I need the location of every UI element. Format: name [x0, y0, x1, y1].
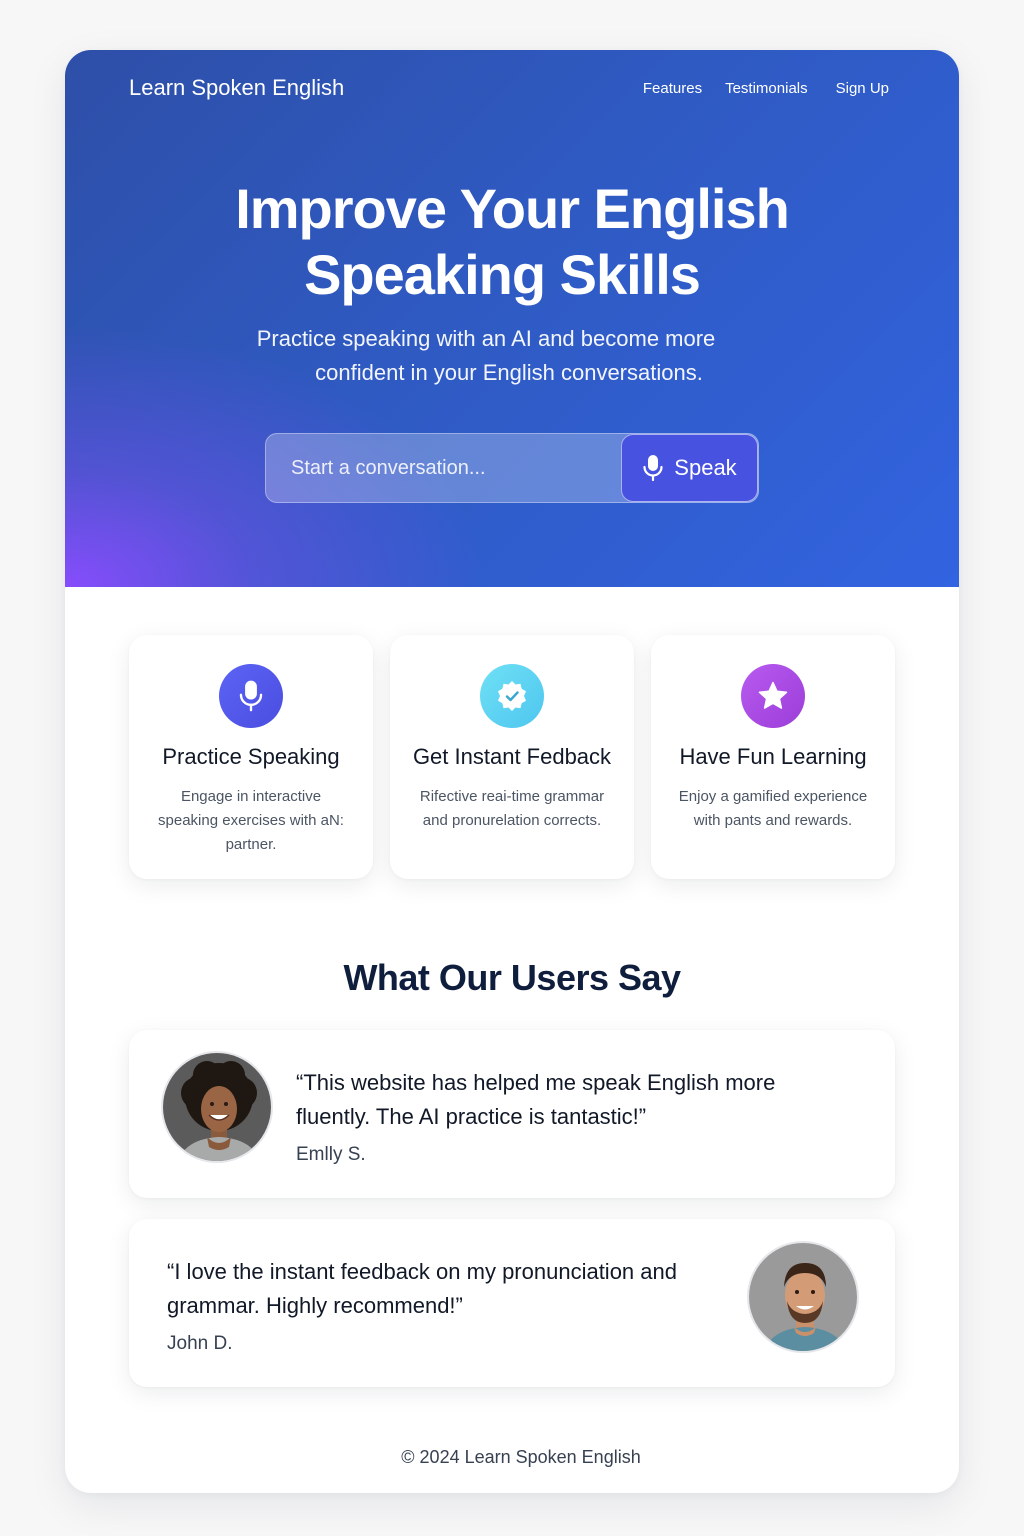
- feature-card-fun-learning: Have Fun Learning Enjoy a gamified exper…: [651, 635, 895, 879]
- hero-subtitle: Practice speaking with an AI and become …: [65, 322, 959, 390]
- conversation-bar: Speak: [265, 433, 759, 503]
- hero-subtitle-line-2: confident in your English conversations.: [315, 360, 703, 385]
- nav-link-testimonials[interactable]: Testimonials: [725, 78, 808, 100]
- microphone-icon: [219, 664, 283, 728]
- star-icon: [741, 664, 805, 728]
- testimonial-author: Emlly S.: [296, 1144, 366, 1165]
- feature-title: Have Fun Learning: [679, 744, 867, 769]
- footer-copyright: © 2024 Learn Spoken English: [401, 1447, 641, 1467]
- feature-description: Engage in interactive speaking exercises…: [158, 788, 344, 853]
- feature-title: Practice Speaking: [162, 744, 340, 769]
- speak-button-label: Speak: [674, 455, 737, 480]
- nav-link-sign-up[interactable]: Sign Up: [836, 78, 889, 100]
- page-container: Learn Spoken English Features Testimonia…: [65, 50, 959, 1493]
- speak-button[interactable]: Speak: [621, 434, 758, 502]
- avatar: [747, 1241, 859, 1353]
- hero-title: Improve Your English Speaking Skills: [65, 176, 959, 308]
- check-badge-icon: [480, 664, 544, 728]
- brand-logo-text[interactable]: Learn Spoken English: [129, 74, 344, 102]
- top-nav: Features Testimonials Sign Up: [643, 78, 889, 100]
- hero-title-line-2: Speaking Skills: [304, 243, 701, 306]
- testimonials-title: What Our Users Say: [343, 957, 681, 998]
- hero-subtitle-line-1: Practice speaking with an AI and become …: [256, 326, 716, 351]
- testimonial-card: “I love the instant feedback on my pronu…: [129, 1219, 895, 1387]
- feature-description: Rifective reai-time grammar and pronurel…: [419, 788, 605, 829]
- footer: © 2024 Learn Spoken English: [65, 1445, 959, 1469]
- conversation-input[interactable]: [266, 434, 622, 502]
- microphone-icon: [643, 455, 663, 482]
- nav-link-features[interactable]: Features: [643, 78, 702, 100]
- hero-title-line-1: Improve Your English: [235, 177, 790, 240]
- hero-section: Learn Spoken English Features Testimonia…: [65, 50, 959, 587]
- testimonial-author: John D.: [167, 1333, 233, 1354]
- feature-card-practice-speaking: Practice Speaking Engage in interactive …: [129, 635, 373, 879]
- feature-description: Enjoy a gamified experience with pants a…: [678, 788, 868, 829]
- feature-card-instant-feedback: Get Instant Fedback Rifective reai-time …: [390, 635, 634, 879]
- testimonial-quote: “I love the instant feedback on my pronu…: [167, 1259, 677, 1318]
- testimonial-quote: “This website has helped me speak Englis…: [296, 1070, 776, 1129]
- avatar: [161, 1051, 273, 1163]
- features-section: Practice Speaking Engage in interactive …: [129, 635, 895, 879]
- feature-title: Get Instant Fedback: [412, 744, 612, 769]
- testimonial-card: “This website has helped me speak Englis…: [129, 1030, 895, 1198]
